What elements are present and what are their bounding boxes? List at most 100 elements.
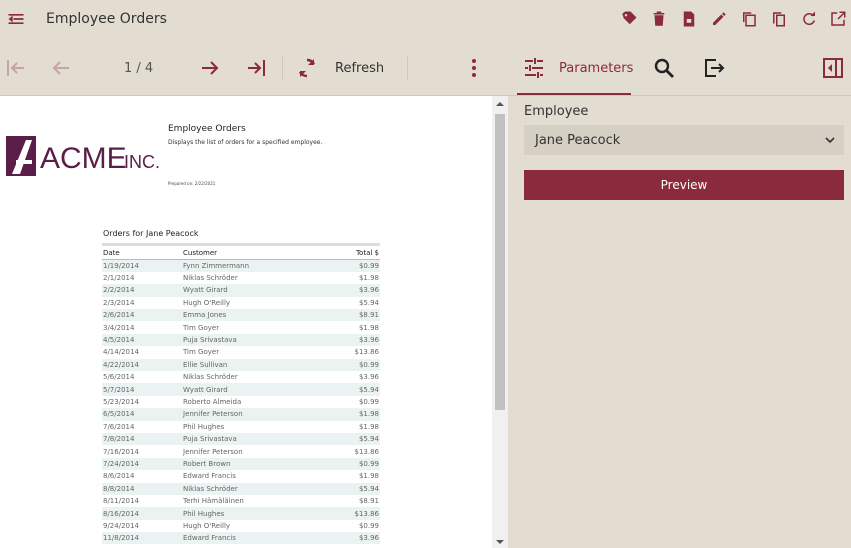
table-row: 3/4/2014 Tim Goyer $1.98	[102, 321, 380, 333]
cell-customer: Edward Francis	[182, 532, 320, 545]
report-preview[interactable]: ACME INC. Employee Orders Displays the l…	[0, 96, 508, 548]
duplicate-icon[interactable]	[740, 10, 758, 28]
table-row: 6/5/2014 Jennifer Peterson $1.98	[102, 408, 380, 421]
back-arrow-icon[interactable]	[6, 9, 26, 29]
cell-date: 7/16/2014	[103, 447, 139, 456]
cell-total: $13.86	[354, 447, 380, 456]
cell-total: $0.99	[358, 521, 379, 530]
employee-select[interactable]: Jane Peacock	[524, 125, 844, 155]
cell-customer: Wyatt Girard	[182, 383, 320, 396]
parameters-icon	[525, 58, 543, 78]
previous-page-icon[interactable]	[49, 56, 73, 80]
preview-scrollbar[interactable]	[492, 96, 508, 548]
logo-inc: INC.	[124, 152, 160, 172]
table-row: 2/3/2014 Hugh O'Reilly $5.94	[102, 297, 380, 309]
cell-total: $3.96	[320, 532, 380, 545]
cell-customer: Jennifer Peterson	[183, 447, 243, 456]
cell-date: 4/14/2014	[103, 348, 139, 357]
table-row: 2/2/2014 Wyatt Girard $3.96	[102, 284, 380, 297]
export-icon[interactable]	[702, 56, 726, 80]
column-header-date: Date	[102, 243, 182, 260]
cell-date: 4/22/2014	[102, 358, 182, 372]
orders-table: Date Customer Total $ 1/19/2014 Fynn Zimm…	[102, 243, 380, 545]
cell-total: $0.99	[320, 457, 380, 471]
table-row: 5/7/2014 Wyatt Girard $5.94	[102, 383, 380, 396]
cell-total: $3.96	[358, 373, 379, 382]
refresh-button[interactable]: Refresh	[335, 61, 384, 76]
employee-select-value: Jane Peacock	[535, 133, 621, 148]
copy-icon[interactable]	[770, 10, 788, 28]
refresh-icon[interactable]	[295, 56, 319, 80]
cell-date: 7/6/2014	[103, 422, 135, 431]
search-icon[interactable]	[652, 56, 676, 80]
cell-date: 2/6/2014	[102, 309, 182, 322]
cell-customer: Puja Srivastava	[182, 432, 320, 446]
cell-date: 2/2/2014	[102, 284, 182, 297]
cell-date: 7/8/2014	[102, 432, 182, 446]
table-row: 11/8/2014 Edward Francis $3.96	[102, 532, 380, 545]
report-title: Employee Orders	[168, 124, 246, 134]
cell-customer: Niklas Schröder	[182, 482, 320, 495]
table-row: 7/24/2014 Robert Brown $0.99	[102, 457, 380, 471]
cell-date: 5/23/2014	[103, 397, 139, 406]
cell-customer: Puja Srivastava	[182, 333, 320, 347]
orders-table-body: 1/19/2014 Fynn Zimmermann $0.99 2/1/2014 Nik…	[102, 259, 380, 545]
cell-total: $8.91	[358, 497, 379, 506]
open-external-icon[interactable]	[829, 10, 847, 28]
cell-date: 2/1/2014	[103, 274, 135, 283]
table-header-row: Date Customer Total $	[102, 243, 380, 260]
cell-customer: Ellie Sullivan	[182, 358, 320, 372]
cell-total: $1.98	[358, 472, 379, 481]
cell-customer: Niklas Schröder	[183, 274, 238, 283]
cell-customer: Hugh O'Reilly	[183, 521, 231, 530]
edit-icon[interactable]	[710, 10, 728, 28]
column-header-customer: Customer	[182, 243, 320, 260]
cell-customer: Robert Brown	[182, 457, 320, 471]
cell-customer: Niklas Schröder	[183, 373, 238, 382]
cell-customer: Tim Goyer	[183, 348, 220, 357]
more-options-icon[interactable]	[462, 56, 486, 80]
scroll-down-icon[interactable]	[496, 538, 504, 546]
cell-total: $0.99	[320, 259, 380, 272]
cell-total: $5.94	[320, 383, 380, 396]
acme-logo: ACME INC.	[6, 136, 160, 176]
cell-total: $1.98	[358, 274, 379, 283]
cell-total: $0.99	[320, 358, 380, 372]
toggle-panel-icon[interactable]	[821, 56, 845, 80]
report-prepared-date: Prepared on: 2/22/2021	[168, 181, 216, 186]
cell-date: 6/5/2014	[102, 408, 182, 421]
cell-total: $5.94	[320, 482, 380, 495]
table-row: 7/8/2014 Puja Srivastava $5.94	[102, 432, 380, 446]
chevron-down-icon	[825, 137, 835, 144]
last-page-icon[interactable]	[244, 56, 268, 80]
cell-total: $3.96	[320, 284, 380, 297]
table-row: 4/22/2014 Ellie Sullivan $0.99	[102, 358, 380, 372]
cell-total: $1.98	[358, 422, 379, 431]
first-page-icon[interactable]	[4, 56, 28, 80]
delete-icon[interactable]	[650, 10, 668, 28]
preview-button[interactable]: Preview	[524, 170, 844, 200]
table-row: 5/23/2014 Roberto Almeida $0.99	[102, 396, 380, 408]
table-row: 7/16/2014 Jennifer Peterson $13.86	[102, 445, 380, 457]
scroll-up-icon[interactable]	[496, 100, 504, 108]
table-row: 1/19/2014 Fynn Zimmermann $0.99	[102, 259, 380, 272]
cell-date: 8/11/2014	[103, 497, 139, 506]
report-description: Displays the list of orders for a specif…	[168, 139, 323, 146]
table-row: 9/24/2014 Hugh O'Reilly $0.99	[102, 520, 380, 532]
cell-customer: Wyatt Girard	[182, 284, 320, 297]
reload-icon[interactable]	[800, 10, 818, 28]
employee-label: Employee	[524, 104, 589, 119]
cell-customer: Hugh O'Reilly	[183, 298, 231, 307]
page-title: Employee Orders	[46, 11, 167, 27]
next-page-icon[interactable]	[198, 56, 222, 80]
cell-customer: Fynn Zimmermann	[182, 259, 320, 272]
tag-icon[interactable]	[620, 10, 638, 28]
export-file-icon[interactable]	[680, 10, 698, 28]
scrollbar-thumb[interactable]	[495, 114, 505, 410]
table-row: 8/8/2014 Niklas Schröder $5.94	[102, 482, 380, 495]
cell-date: 4/5/2014	[102, 333, 182, 347]
title-bar: Employee Orders	[0, 0, 851, 40]
table-row: 8/6/2014 Edward Francis $1.98	[102, 470, 380, 482]
tab-parameters[interactable]: Parameters	[517, 40, 633, 95]
cell-date: 11/8/2014	[102, 532, 182, 545]
